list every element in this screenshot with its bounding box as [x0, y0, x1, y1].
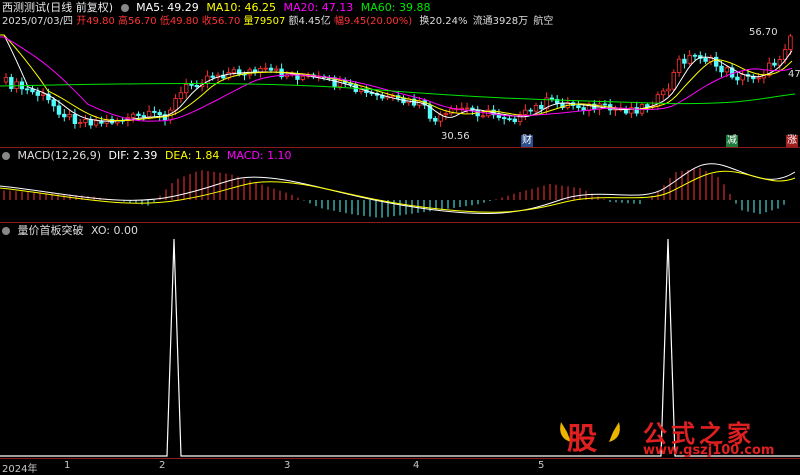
right-price-label: 47 — [788, 69, 800, 80]
price-panel[interactable]: 西测测试(日线 前复权) MA5: 49.29 MA10: 46.25 MA20… — [0, 0, 800, 148]
badge-jian[interactable]: 减 — [726, 135, 738, 147]
candle-body — [183, 83, 189, 94]
candle-body — [178, 92, 184, 99]
candle-body — [130, 113, 136, 118]
axis-tick-4: 4 — [413, 460, 420, 471]
candle-body — [533, 105, 539, 112]
candle-body — [777, 59, 782, 66]
candle-body — [724, 67, 729, 73]
candle-body — [51, 99, 56, 107]
candle-body — [268, 67, 274, 71]
candle-body — [88, 119, 93, 126]
candle-body — [231, 69, 237, 74]
candle-body — [501, 117, 507, 120]
candle-body — [788, 35, 793, 50]
candle-body — [645, 104, 650, 108]
candle-body — [528, 109, 533, 112]
watermark-logo: 股 公式之家 www.gszj100.com — [555, 412, 800, 460]
high-price-label: 56.70 — [749, 27, 778, 38]
candle-body — [602, 103, 608, 106]
candle-body — [72, 114, 78, 125]
candle-body — [83, 119, 88, 123]
macd-panel[interactable]: MACD(12,26,9) DIF: 2.39 DEA: 1.84 MACD: … — [0, 148, 800, 222]
candle-body — [740, 74, 745, 81]
candle-body — [67, 114, 72, 118]
candle-body — [194, 84, 199, 88]
candle-body — [443, 113, 449, 116]
candlestick-chart[interactable] — [0, 0, 800, 148]
candle-body — [687, 54, 692, 64]
candle-body — [719, 65, 724, 73]
candle-body — [173, 98, 178, 111]
candle-body — [480, 115, 486, 118]
candle-body — [141, 115, 146, 118]
candle-body — [56, 105, 62, 115]
candle-body — [93, 120, 99, 126]
candle-body — [772, 62, 777, 66]
logo-url: www.gszj100.com — [643, 443, 775, 458]
candle-body — [433, 117, 438, 122]
candle-body — [682, 58, 687, 64]
candle-body — [507, 118, 512, 121]
axis-tick-1: 1 — [64, 460, 71, 471]
axis-tick-2: 2 — [159, 460, 166, 471]
candle-body — [464, 107, 470, 110]
candle-body — [735, 76, 740, 81]
badge-cai[interactable]: 财 — [521, 135, 533, 147]
candle-body — [692, 54, 698, 57]
candle-body — [337, 80, 343, 88]
candle-body — [661, 90, 666, 96]
low-price-label: 30.56 — [441, 131, 470, 142]
axis-tick-5: 5 — [538, 460, 545, 471]
candle-body — [549, 97, 555, 100]
candle-body — [35, 91, 40, 96]
candle-body — [136, 113, 141, 116]
candle-body — [523, 109, 528, 115]
candle-body — [146, 110, 152, 118]
candle-body — [576, 105, 581, 109]
candle-body — [671, 72, 676, 90]
candle-body — [676, 58, 682, 73]
candle-body — [62, 113, 67, 118]
candle-body — [300, 75, 305, 80]
candle-body — [189, 83, 194, 86]
candle-body — [152, 110, 157, 113]
badge-zhang[interactable]: 涨 — [786, 135, 798, 147]
axis-tick-3: 3 — [284, 460, 291, 471]
candle-body — [3, 76, 9, 83]
candle-body — [157, 112, 162, 116]
candle-body — [666, 88, 671, 92]
candle-body — [40, 93, 46, 96]
time-axis: 2024年 1 2 3 4 5 — [0, 458, 800, 475]
macd-chart[interactable] — [0, 148, 800, 222]
candle-body — [512, 118, 517, 122]
candle-body — [756, 77, 761, 80]
logo-gu: 股 — [567, 422, 597, 457]
candle-body — [703, 57, 708, 62]
candle-body — [24, 88, 30, 91]
candle-body — [9, 76, 14, 89]
candle-body — [78, 122, 83, 125]
candle-body — [210, 75, 215, 78]
candle-body — [539, 105, 544, 110]
candle-body — [274, 68, 279, 71]
candle-body — [263, 67, 268, 70]
